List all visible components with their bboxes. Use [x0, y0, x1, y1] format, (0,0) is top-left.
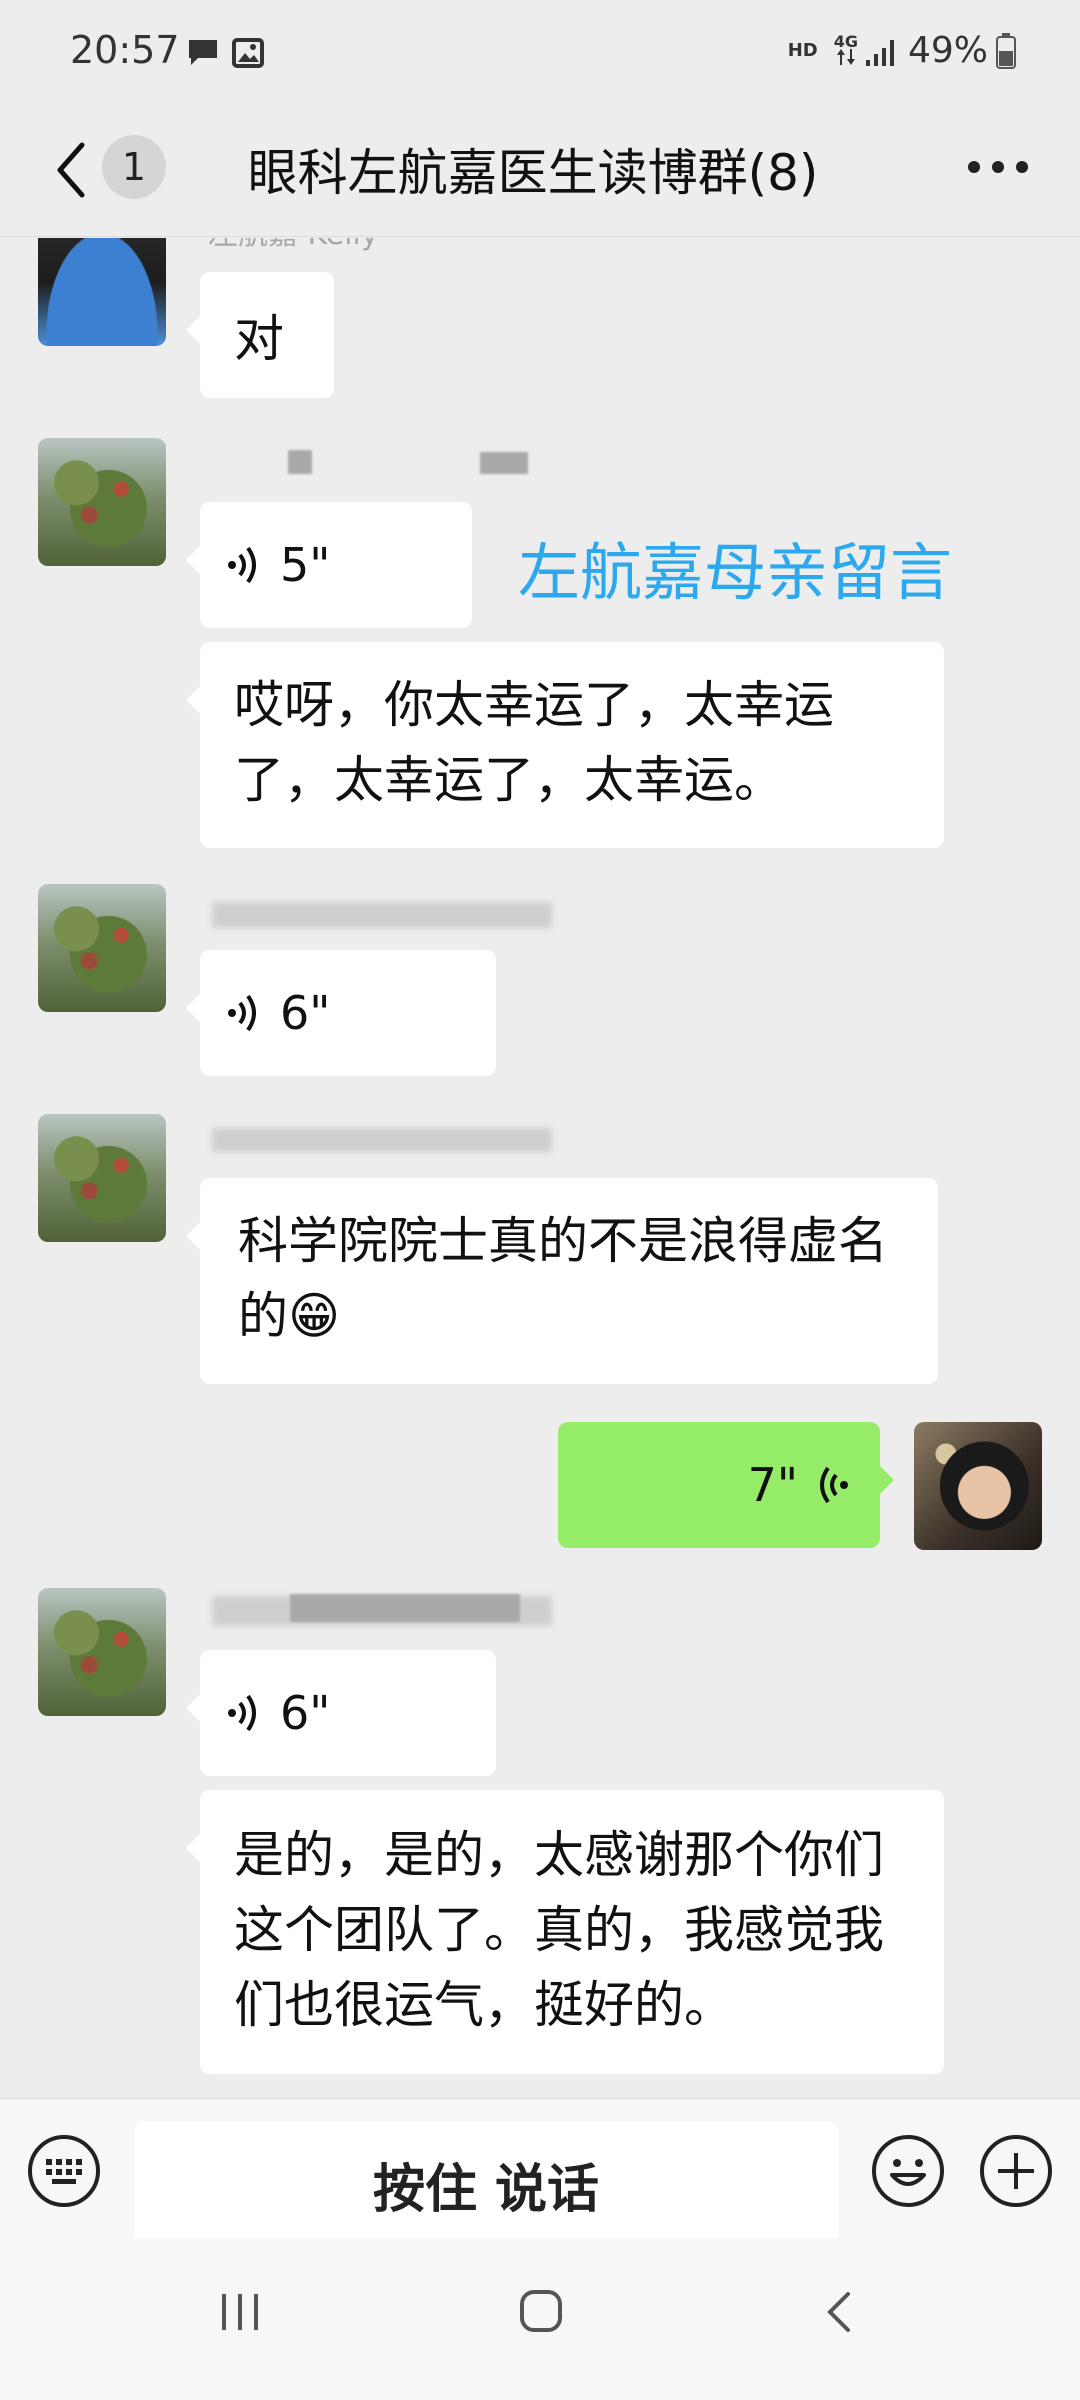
message-list[interactable]: 左航嘉 Kelly 对 5" 左航嘉母亲留言 哎呀，你太幸运了，太幸运了，太幸运…: [0, 238, 1080, 2098]
message-bubble[interactable]: 是的，是的，太感谢那个你们这个团队了。真的，我感觉我们也很运气，挺好的。: [186, 1790, 944, 2074]
avatar[interactable]: [38, 438, 166, 566]
system-navigation-bar: [0, 2238, 1080, 2400]
hold-to-talk-button[interactable]: 按住 说话: [134, 2121, 838, 2247]
voice-wave-icon: [228, 546, 256, 584]
status-bar: 20:57 HD 4G 49%: [0, 0, 1080, 105]
redacted-sender-name: [212, 902, 552, 928]
battery-percent: 49%: [907, 30, 988, 71]
avatar[interactable]: [38, 1114, 166, 1242]
voice-message: 7": [748, 1422, 850, 1548]
voice-duration: 6": [280, 985, 331, 1040]
redacted-sender-name: [212, 1128, 552, 1152]
redacted-sender-name: [290, 1594, 520, 1622]
message-text: 对: [234, 310, 284, 368]
chat-header: 1 眼科左航嘉医生读博群(8): [0, 105, 1080, 237]
voice-message-bubble[interactable]: 5": [186, 502, 472, 628]
avatar[interactable]: [38, 1588, 166, 1716]
outgoing-voice-message-bubble[interactable]: 7": [558, 1422, 894, 1548]
message-bubble[interactable]: 科学院院士真的不是浪得虚名的😁: [186, 1178, 938, 1384]
voice-message-bubble[interactable]: 6": [186, 950, 496, 1076]
avatar[interactable]: [38, 238, 166, 346]
chat-title: 眼科左航嘉医生读博群(8): [247, 144, 819, 202]
voice-message-bubble[interactable]: 6": [186, 1650, 496, 1776]
home-icon[interactable]: [518, 2288, 564, 2334]
image-notification-icon: [232, 38, 264, 68]
nav-back-icon[interactable]: [818, 2290, 862, 2334]
message-bubble[interactable]: 哎呀，你太幸运了，太幸运了，太幸运了，太幸运。: [186, 642, 944, 848]
data-arrows-icon: [836, 48, 855, 65]
battery-icon: [996, 32, 1016, 69]
message-bubble[interactable]: 对: [186, 272, 334, 398]
network-indicator: 4G: [834, 33, 858, 67]
redacted-sender-name: [288, 450, 312, 474]
voice-wave-icon: [228, 994, 256, 1032]
message-text: 科学院院士真的不是浪得虚名的😁: [238, 1212, 888, 1345]
signal-icon: [865, 39, 894, 66]
input-bar: 按住 说话: [0, 2098, 1080, 2247]
my-avatar[interactable]: [914, 1422, 1042, 1550]
voice-duration: 7": [747, 1457, 798, 1512]
avatar[interactable]: [38, 884, 166, 1012]
voice-wave-icon: [820, 1466, 848, 1504]
voice-message: 5": [226, 502, 330, 628]
voice-duration: 5": [280, 537, 331, 592]
hd-indicator: HD: [787, 40, 818, 61]
message-text: 哎呀，你太幸运了，太幸运了，太幸运了，太幸运。: [234, 676, 834, 809]
message-text: 是的，是的，太感谢那个你们这个团队了。真的，我感觉我们也很运气，挺好的。: [234, 1826, 884, 2034]
voice-message: 6": [226, 1650, 330, 1776]
keyboard-icon[interactable]: [26, 2133, 102, 2209]
redacted-sender-name: [480, 452, 528, 474]
voice-message: 6": [226, 950, 330, 1076]
voice-wave-icon: [228, 1694, 256, 1732]
emoji-icon[interactable]: [870, 2133, 946, 2209]
chat-notification-icon: [189, 40, 217, 65]
status-time: 20:57: [70, 28, 180, 72]
more-options-icon[interactable]: [968, 161, 1028, 173]
sender-name: 左航嘉 Kelly: [208, 238, 379, 258]
recent-apps-icon[interactable]: [218, 2290, 262, 2334]
annotation-label: 左航嘉母亲留言: [518, 536, 953, 609]
status-indicators: HD 4G 49%: [788, 30, 1016, 71]
voice-duration: 6": [280, 1685, 331, 1740]
plus-icon[interactable]: [978, 2133, 1054, 2209]
